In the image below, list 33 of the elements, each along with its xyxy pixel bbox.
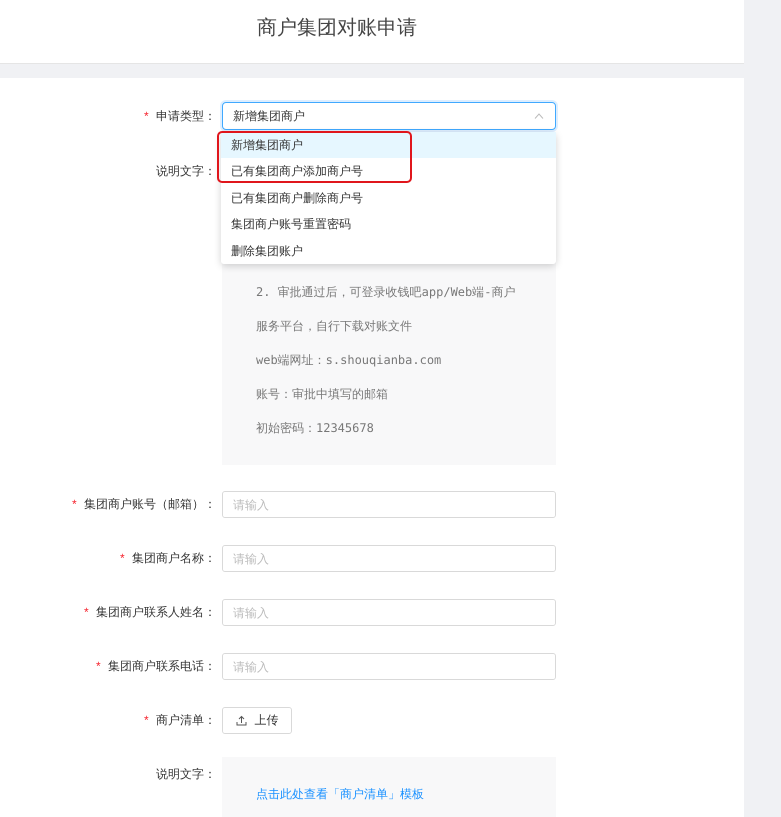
dropdown-option[interactable]: 集团商户账号重置密码 <box>221 211 556 238</box>
upload-button[interactable]: 上传 <box>222 707 292 734</box>
input-field[interactable]: 请输入 <box>222 545 556 572</box>
note-line: web端网址：s.shouqianba.com <box>256 352 442 369</box>
note-line: 2. 审批通过后，可登录收钱吧app/Web端-商户 <box>256 284 516 301</box>
field-label: 申请类型： <box>156 108 216 122</box>
field-label: 集团商户名称： <box>132 551 216 565</box>
upload-icon <box>236 715 246 726</box>
caret-icon <box>534 113 544 119</box>
page-title: 商户集团对账申请 <box>257 16 417 40</box>
input-field[interactable]: 请输入 <box>222 599 556 626</box>
note-line: 初始密码：12345678 <box>256 420 375 437</box>
field-label: 说明文字： <box>156 767 216 781</box>
required-mark: * <box>72 497 77 511</box>
type-select[interactable]: 新增集团商户 <box>222 102 556 130</box>
dropdown-option[interactable]: 新增集团商户 <box>221 132 556 158</box>
input-field[interactable]: 请输入 <box>222 491 556 518</box>
field-label: 说明文字： <box>156 164 216 178</box>
required-mark: * <box>96 659 101 673</box>
field-label: 集团商户联系人姓名： <box>96 605 216 619</box>
required-mark: * <box>120 551 125 565</box>
required-mark: * <box>84 605 89 619</box>
required-mark: * <box>144 713 149 727</box>
field-label: 商户清单： <box>156 713 216 727</box>
field-label: 集团商户联系电话： <box>108 659 216 673</box>
input-field[interactable]: 请输入 <box>222 653 556 680</box>
note-line: 服务平台，自行下载对账文件 <box>256 318 413 335</box>
note-line: 账号：审批中填写的邮箱 <box>256 386 389 403</box>
field-label: 集团商户账号（邮箱）： <box>84 497 216 511</box>
required-mark: * <box>144 108 149 122</box>
dropdown-option[interactable]: 已有集团商户添加商户号 <box>221 158 556 185</box>
dropdown-option[interactable]: 删除集团账户 <box>221 238 556 264</box>
dropdown-option[interactable]: 已有集团商户删除商户号 <box>221 184 556 212</box>
